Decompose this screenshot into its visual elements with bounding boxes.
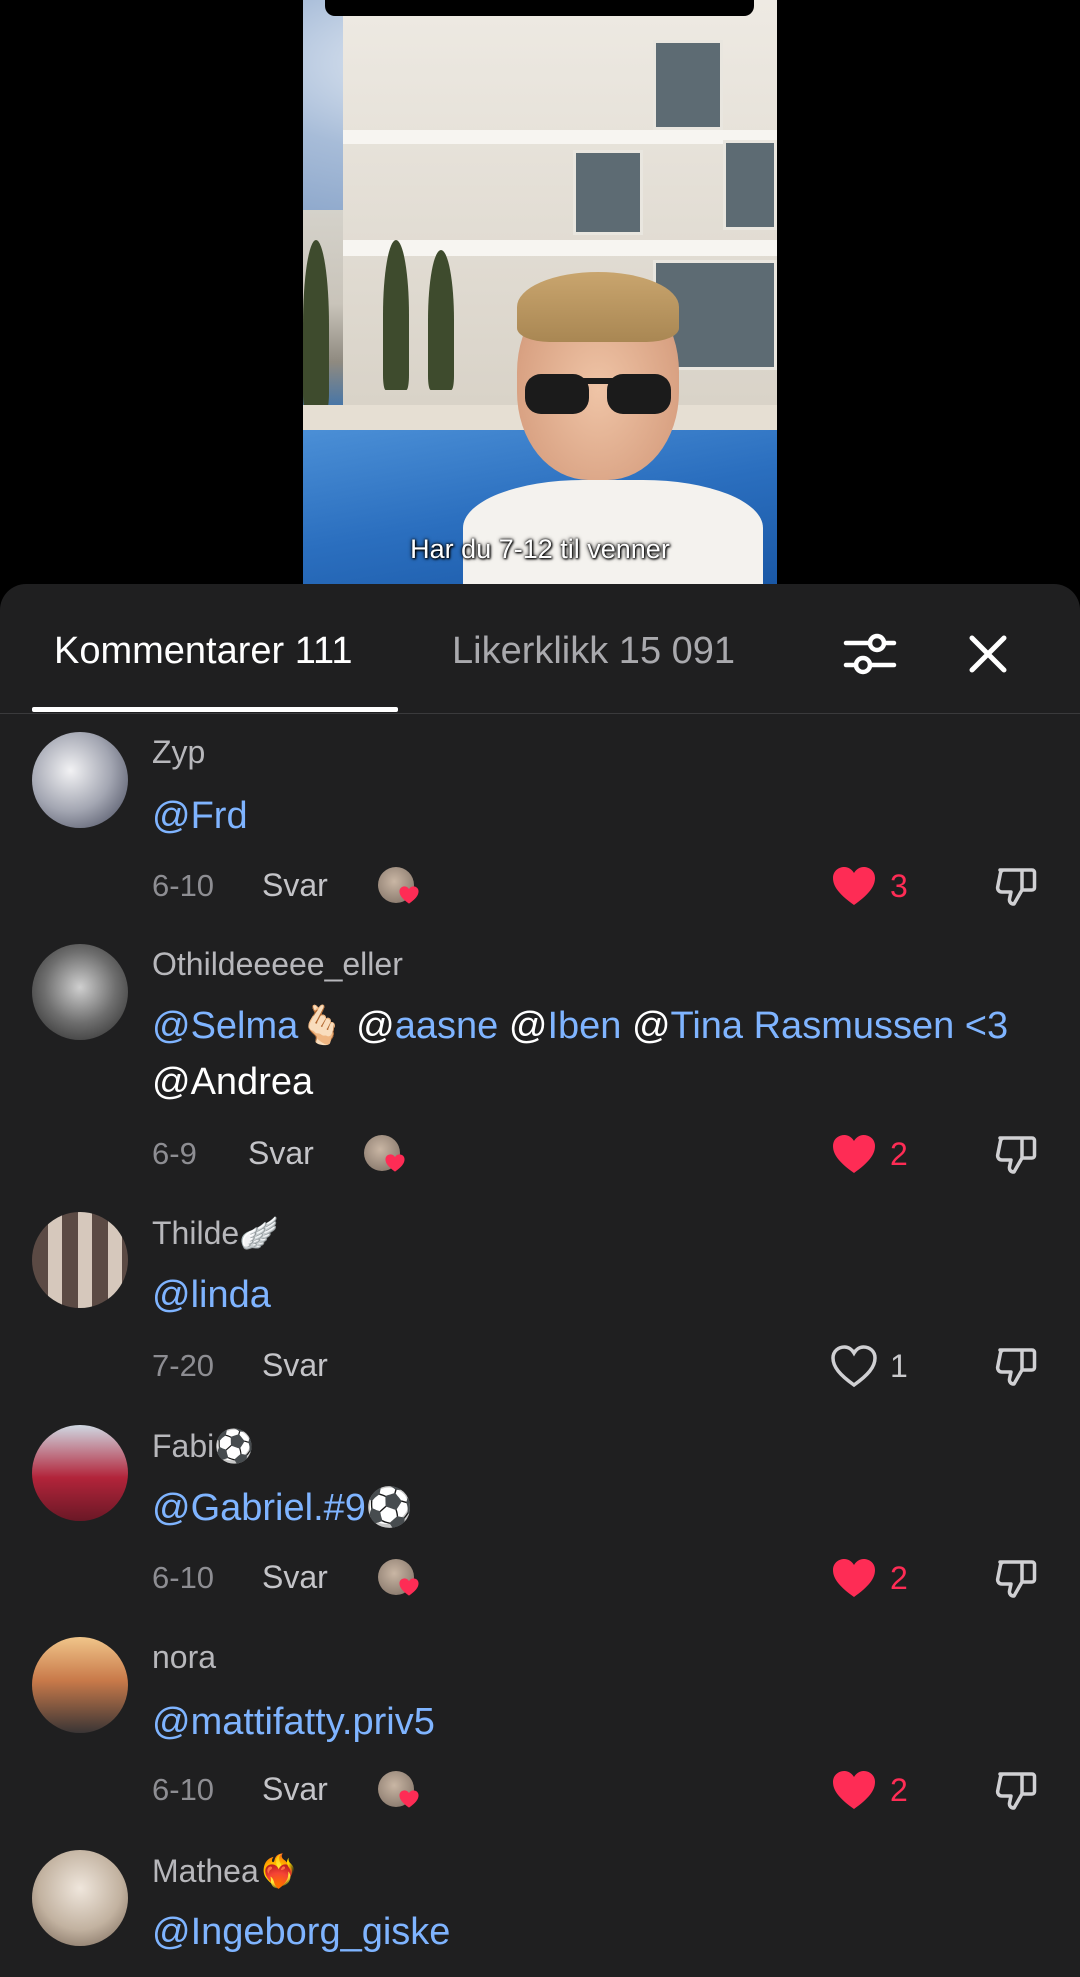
reply-button[interactable]: Svar (262, 1771, 328, 1808)
comment-text: @mattifatty.priv5 (152, 1694, 1032, 1750)
heart-icon[interactable] (830, 1768, 878, 1812)
like-count: 1 (890, 1348, 908, 1384)
video-window (573, 150, 643, 235)
mention-link[interactable]: aasne (395, 1005, 499, 1047)
comment-text-segment: @ (356, 1005, 395, 1047)
avatar[interactable] (32, 1850, 128, 1946)
video-window (653, 40, 723, 130)
comment-username[interactable]: Zyp (152, 734, 205, 771)
comment-text: @Selma🫰🏻 @aasne @Iben @Tina Rasmussen <3… (152, 998, 1032, 1110)
video-floor (343, 130, 777, 144)
sunglasses (525, 374, 671, 414)
creator-heart-icon (399, 1790, 419, 1808)
heart-icon[interactable] (830, 1344, 878, 1388)
comment-text-segment: @ (498, 1005, 548, 1047)
avatar[interactable] (32, 1425, 128, 1521)
mention-link[interactable]: @Gabriel.#9 (152, 1487, 366, 1529)
mention-link[interactable]: @Ingeborg_giske (152, 1911, 450, 1953)
video-frame[interactable]: Har du 7-12 til venner (303, 0, 777, 584)
heart-icon[interactable] (830, 1556, 878, 1600)
thumbs-down-icon[interactable] (992, 1766, 1040, 1814)
mention-link[interactable]: Tina Rasmussen (671, 1005, 955, 1047)
avatar[interactable] (32, 944, 128, 1040)
reply-button[interactable]: Svar (262, 1347, 328, 1384)
comment-text-segment: ⚽ (365, 1487, 414, 1529)
video-person-hair (517, 272, 679, 342)
avatar[interactable] (32, 1212, 128, 1308)
comment-text: @linda (152, 1267, 1032, 1323)
video-caption: Har du 7-12 til venner (410, 534, 670, 564)
comment-username[interactable]: Fabi⚽ (152, 1427, 254, 1465)
comment-username[interactable]: Othildeeeee_eller (152, 946, 403, 983)
video-tree (383, 240, 409, 390)
mention-link[interactable]: @linda (152, 1274, 271, 1316)
comment-username[interactable]: nora (152, 1639, 216, 1676)
heart-icon[interactable] (830, 1132, 878, 1176)
creator-heart-icon (399, 1578, 419, 1596)
avatar[interactable] (32, 1637, 128, 1733)
mention-link[interactable]: <3 (954, 1005, 1008, 1047)
comment-text: @Frd (152, 788, 1032, 844)
thumbs-down-icon[interactable] (992, 862, 1040, 910)
tab-likes[interactable]: Likerklikk 15 091 (452, 630, 735, 673)
creator-heart-icon (385, 1154, 405, 1172)
comment-username[interactable]: Thilde🪽 (152, 1214, 279, 1252)
like-count: 2 (890, 1772, 908, 1808)
comment-text-segment: 🫰🏻 (298, 1005, 357, 1047)
video-tree (428, 250, 454, 390)
active-tab-indicator (32, 707, 398, 712)
thumbs-down-icon[interactable] (992, 1554, 1040, 1602)
thumbs-down-icon[interactable] (992, 1130, 1040, 1178)
comment-text-segment: @ (621, 1005, 671, 1047)
tab-comments[interactable]: Kommentarer 111 (54, 630, 353, 673)
mention-link[interactable]: @Selma (152, 1005, 298, 1047)
video-area[interactable]: Har du 7-12 til venner (0, 0, 1080, 584)
like-count: 2 (890, 1136, 908, 1172)
close-icon[interactable] (958, 624, 1018, 684)
video-person-shirt (463, 480, 763, 584)
heart-icon[interactable] (830, 864, 878, 908)
creator-heart-icon (399, 886, 419, 904)
comment-date: 6-10 (152, 1772, 215, 1807)
comment-text-segment: @Andrea (152, 1061, 314, 1103)
like-count: 2 (890, 1560, 908, 1596)
comment-date: 6-9 (152, 1136, 197, 1171)
comment-date: 6-10 (152, 868, 215, 903)
video-window (723, 140, 777, 230)
mention-link[interactable]: Iben (547, 1005, 621, 1047)
mention-link[interactable]: @Frd (152, 795, 248, 837)
mention-link[interactable]: @mattifatty.priv5 (152, 1701, 435, 1743)
comment-date: 7-20 (152, 1348, 215, 1383)
video-floor (343, 240, 777, 256)
comment-username[interactable]: Mathea❤️‍🔥 (152, 1852, 299, 1890)
filter-icon[interactable] (840, 624, 900, 684)
thumbs-down-icon[interactable] (992, 1342, 1040, 1390)
reply-button[interactable]: Svar (262, 1559, 328, 1596)
comment-text: @Gabriel.#9⚽ (152, 1480, 1032, 1536)
video-top-banner (325, 0, 754, 16)
comment-text: @Ingeborg_giske (152, 1904, 1032, 1960)
reply-button[interactable]: Svar (248, 1135, 314, 1172)
avatar[interactable] (32, 732, 128, 828)
comment-date: 6-10 (152, 1560, 215, 1595)
reply-button[interactable]: Svar (262, 867, 328, 904)
like-count: 3 (890, 868, 908, 904)
sheet-tabs: Kommentarer 111 Likerklikk 15 091 (0, 584, 1080, 714)
video-tree (303, 240, 329, 410)
